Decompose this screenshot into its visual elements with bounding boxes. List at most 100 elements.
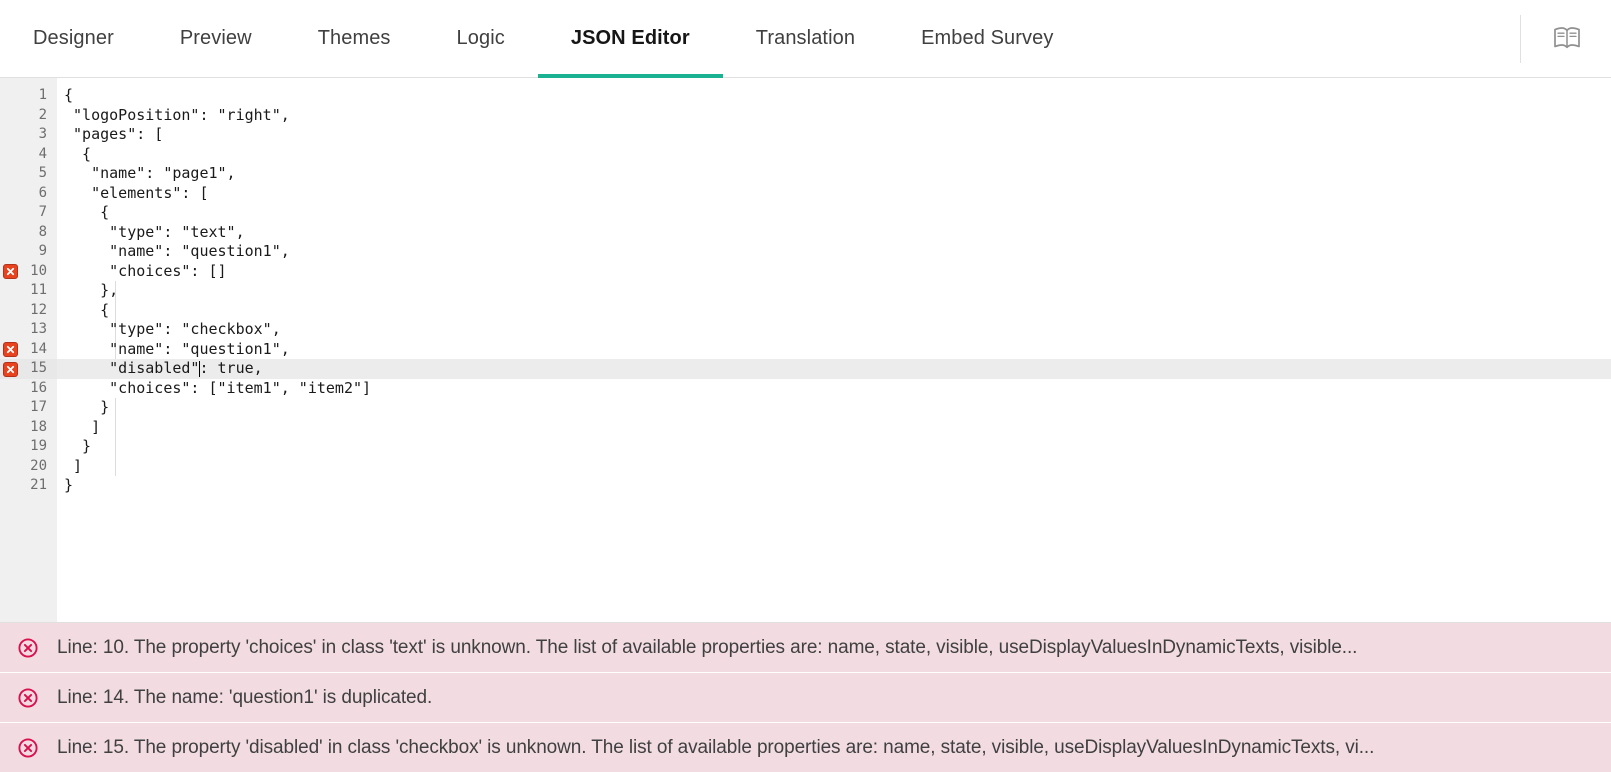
gutter-line-11[interactable]: 11 — [0, 281, 57, 301]
code-text: "disabled" — [64, 359, 200, 377]
code-text: } — [64, 476, 74, 494]
gutter-line-16[interactable]: 16 — [0, 379, 57, 399]
error-circle-x-icon — [17, 737, 39, 759]
code-text: "type": "text", — [64, 222, 245, 241]
tab-translation[interactable]: Translation — [723, 0, 888, 77]
code-text: "name": "page1", — [64, 164, 236, 182]
code-text: "logoPosition": "right", — [64, 105, 290, 124]
error-circle-x-icon — [17, 637, 39, 659]
code-line-21[interactable]: } — [57, 476, 1611, 496]
gutter-line-10[interactable]: 10 — [0, 262, 57, 282]
code-line-4[interactable]: { — [57, 145, 1611, 165]
code-line-14[interactable]: "name": "question1", — [57, 340, 1611, 360]
gutter-line-1[interactable]: 1 — [0, 86, 57, 106]
line-number: 13 — [30, 321, 47, 337]
error-row[interactable]: Line: 15. The property 'disabled' in cla… — [0, 722, 1611, 772]
code-line-10[interactable]: "choices": [] — [57, 262, 1611, 282]
code-line-2[interactable]: "logoPosition": "right", — [57, 106, 1611, 126]
code-line-19[interactable]: } — [57, 437, 1611, 457]
open-book-icon[interactable] — [1545, 17, 1589, 61]
code-line-17[interactable]: } — [57, 398, 1611, 418]
code-line-8[interactable]: "type": "text", — [57, 223, 1611, 243]
gutter-line-4[interactable]: 4 — [0, 145, 57, 165]
code-line-6[interactable]: "elements": [ — [57, 184, 1611, 204]
code-line-18[interactable]: ] — [57, 418, 1611, 438]
error-marker-icon[interactable] — [3, 264, 18, 279]
error-row[interactable]: Line: 10. The property 'choices' in clas… — [0, 622, 1611, 672]
tab-themes[interactable]: Themes — [285, 0, 424, 77]
line-number: 1 — [38, 87, 47, 103]
code-text: "name": "question1", — [64, 242, 290, 260]
error-list-panel: Line: 10. The property 'choices' in clas… — [0, 622, 1611, 772]
code-line-9[interactable]: "name": "question1", — [57, 242, 1611, 262]
code-text: }, — [64, 281, 119, 299]
line-number: 3 — [38, 126, 47, 142]
code-text: "name": "question1", — [64, 339, 290, 358]
tab-list: Designer Preview Themes Logic JSON Editor Tra… — [0, 0, 1086, 78]
gutter-line-20[interactable]: 20 — [0, 457, 57, 477]
gutter-line-9[interactable]: 9 — [0, 242, 57, 262]
line-number: 11 — [30, 282, 47, 298]
gutter-line-8[interactable]: 8 — [0, 223, 57, 243]
code-text: { — [64, 203, 110, 221]
tab-preview[interactable]: Preview — [147, 0, 285, 77]
line-number: 5 — [38, 165, 47, 181]
tab-designer[interactable]: Designer — [0, 0, 147, 77]
code-text: { — [64, 300, 110, 319]
error-message: Line: 10. The property 'choices' in clas… — [57, 636, 1358, 658]
editor-code-area[interactable]: { "logoPosition": "right", "pages": [ { … — [57, 78, 1611, 622]
code-text: "type": "checkbox", — [64, 320, 281, 338]
indent-guide — [115, 398, 116, 476]
code-line-7[interactable]: { — [57, 203, 1611, 223]
line-number: 2 — [38, 106, 47, 123]
code-text: "pages": [ — [64, 125, 164, 143]
code-text: { — [64, 86, 74, 104]
code-text-after-cursor: : true, — [199, 359, 263, 377]
gutter-line-5[interactable]: 5 — [0, 164, 57, 184]
gutter-line-14[interactable]: 14 — [0, 340, 57, 360]
line-number: 10 — [30, 262, 47, 279]
code-line-11[interactable]: }, — [57, 281, 1611, 301]
error-marker-icon[interactable] — [3, 361, 18, 377]
line-number: 7 — [38, 204, 47, 220]
code-line-3[interactable]: "pages": [ — [57, 125, 1611, 145]
code-text: { — [64, 144, 92, 163]
code-line-5[interactable]: "name": "page1", — [57, 164, 1611, 184]
code-line-16[interactable]: "choices": ["item1", "item2"] — [57, 379, 1611, 399]
gutter-line-17[interactable]: 17 — [0, 398, 57, 418]
line-number: 19 — [30, 438, 47, 454]
code-line-15[interactable]: "disabled": true, — [57, 359, 1611, 379]
json-code-editor[interactable]: 1 2 3 4 5 6 7 8 9 10 11 12 13 14 15 16 17 18 19 20 21 { "log… — [0, 78, 1611, 622]
gutter-line-12[interactable]: 12 — [0, 301, 57, 321]
gutter-line-19[interactable]: 19 — [0, 437, 57, 457]
json-editor-app: Designer Preview Themes Logic JSON Editor Tra… — [0, 0, 1611, 772]
tab-logic[interactable]: Logic — [424, 0, 538, 77]
code-text: } — [64, 398, 110, 416]
error-message: Line: 14. The name: 'question1' is dupli… — [57, 686, 433, 708]
line-number: 8 — [38, 223, 47, 240]
gutter-line-13[interactable]: 13 — [0, 320, 57, 340]
line-number: 16 — [30, 379, 47, 396]
code-text: ] — [64, 456, 83, 475]
gutter-line-15[interactable]: 15 — [0, 359, 57, 379]
gutter-line-6[interactable]: 6 — [0, 184, 57, 204]
gutter-line-2[interactable]: 2 — [0, 106, 57, 126]
code-line-13[interactable]: "type": "checkbox", — [57, 320, 1611, 340]
tab-embed-survey[interactable]: Embed Survey — [888, 0, 1086, 77]
gutter-line-7[interactable]: 7 — [0, 203, 57, 223]
gutter-line-21[interactable]: 21 — [0, 476, 57, 496]
code-line-1[interactable]: { — [57, 86, 1611, 106]
error-row[interactable]: Line: 14. The name: 'question1' is dupli… — [0, 672, 1611, 722]
gutter-line-18[interactable]: 18 — [0, 418, 57, 438]
line-number: 15 — [30, 360, 47, 376]
error-marker-icon[interactable] — [3, 342, 18, 357]
gutter-line-3[interactable]: 3 — [0, 125, 57, 145]
code-line-12[interactable]: { — [57, 301, 1611, 321]
tab-json-editor[interactable]: JSON Editor — [537, 0, 723, 78]
code-text: ] — [64, 417, 101, 436]
editor-gutter: 1 2 3 4 5 6 7 8 9 10 11 12 13 14 15 16 17 18 19 20 21 — [0, 78, 57, 622]
code-line-20[interactable]: ] — [57, 457, 1611, 477]
toolbar-divider — [1520, 14, 1521, 63]
line-number: 14 — [30, 340, 47, 357]
line-number: 18 — [30, 418, 47, 435]
